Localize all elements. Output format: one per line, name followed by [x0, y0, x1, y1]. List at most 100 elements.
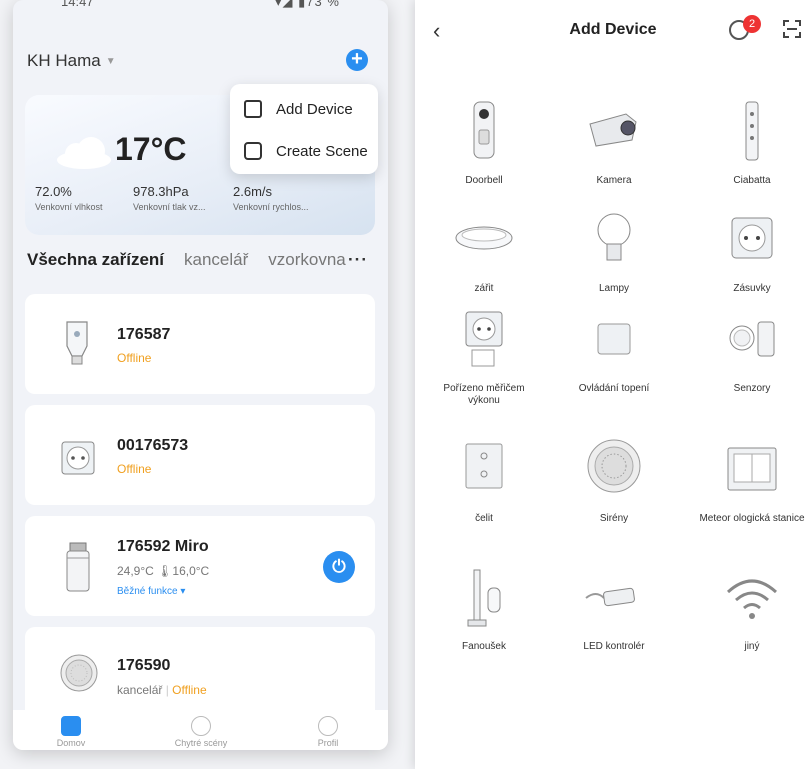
- humidity-label: Venkovní vlhkost: [35, 202, 103, 212]
- menu-add-device[interactable]: Add Device: [244, 96, 353, 122]
- device-name: 00176573: [117, 437, 189, 454]
- device-type-label: Meteor ologická stanice: [699, 513, 805, 524]
- device-type-heating[interactable]: Ovládání topení: [559, 308, 669, 395]
- device-name: 176587: [117, 326, 171, 343]
- device-type-label: Lampy: [598, 283, 629, 294]
- nav-home[interactable]: Domov: [31, 716, 111, 748]
- nav-profile-label: Profil: [317, 738, 339, 748]
- pressure-metric: 978.3hPa Venkovní tlak vz...: [133, 184, 206, 212]
- device-type-label: čelit: [475, 513, 493, 524]
- nav-home-label: Domov: [56, 738, 86, 748]
- device-type-label: jiný: [744, 641, 760, 652]
- wifi-icon: [726, 579, 778, 619]
- device-type-light[interactable]: zářit: [429, 208, 539, 295]
- status-bar: 14:47 ▾◢ ▮73 %: [13, 0, 388, 12]
- device-type-power-meter[interactable]: Pořízeno měřičem výkonu: [429, 308, 539, 407]
- home-screen: 14:47 ▾◢ ▮73 % KH Hama ▼ + 17°C 72.0% Ve…: [13, 0, 388, 750]
- add-menu-popup: Add Device Create Scene: [230, 84, 378, 174]
- home-selector[interactable]: KH Hama ▼ +: [27, 46, 374, 76]
- device-type-camera[interactable]: Kamera: [559, 100, 669, 187]
- wind-label: Venkovní rychlos...: [233, 202, 309, 212]
- device-type-sirens[interactable]: Sirény: [559, 438, 669, 525]
- powerstrip-icon: [745, 101, 759, 161]
- device-type-label: Sirény: [599, 513, 629, 524]
- power-button[interactable]: ⏻: [323, 551, 355, 583]
- socket-icon: [731, 217, 773, 259]
- add-device-icon: [244, 100, 262, 118]
- device-type-led-controller[interactable]: LED kontrolér: [559, 566, 669, 653]
- status-time: 14:47: [61, 0, 94, 9]
- home-icon: [61, 716, 81, 736]
- header: ‹ Add Device 2: [415, 15, 811, 48]
- socket-icon: [61, 441, 95, 475]
- tab-office[interactable]: kancelář: [184, 250, 248, 270]
- device-type-label: Ovládání topení: [578, 383, 650, 394]
- wind-value: 2.6m/s: [233, 184, 273, 199]
- device-status: Offline: [172, 683, 207, 697]
- cloud-icon: [57, 137, 111, 169]
- status-icons: ▾◢ ▮73 %: [275, 0, 340, 9]
- device-type-fan[interactable]: Fanoušek: [429, 566, 539, 653]
- device-type-weather-station[interactable]: Meteor ologická stanice: [697, 438, 807, 525]
- device-type-sensors[interactable]: Senzory: [697, 308, 807, 395]
- nav-scenes-label: Chytré scény: [174, 738, 228, 748]
- home-name: KH Hama: [27, 51, 101, 70]
- pressure-label: Venkovní tlak vz...: [133, 202, 206, 212]
- profile-icon: [318, 716, 338, 736]
- device-status: Offline: [117, 351, 152, 365]
- device-functions-dropdown[interactable]: Běžné funkce ▾: [117, 586, 185, 597]
- menu-create-scene-label: Create Scene: [276, 142, 368, 160]
- pressure-value: 978.3hPa: [133, 184, 189, 199]
- device-type-label: Senzory: [733, 383, 771, 394]
- sensor-icon: [729, 321, 775, 357]
- heating-control-icon: [597, 323, 631, 355]
- device-type-lamps[interactable]: Lampy: [559, 208, 669, 295]
- device-type-powerstrip[interactable]: Ciabatta: [697, 100, 807, 187]
- device-card[interactable]: 176592 Miro 24,9°C 🌡16,0°C Běžné funkce …: [25, 516, 375, 616]
- device-card[interactable]: 00176573 Offline: [25, 405, 375, 505]
- camera-icon: [589, 113, 637, 147]
- power-meter-socket-icon: [465, 311, 503, 367]
- scan-icon[interactable]: [783, 20, 801, 38]
- device-type-switch[interactable]: čelit: [429, 438, 539, 525]
- device-type-label: LED kontrolér: [583, 641, 645, 652]
- device-type-label: Fanoušek: [462, 641, 506, 652]
- device-type-label: Pořízeno měřičem výkonu: [443, 383, 525, 406]
- ceiling-light-icon: [455, 226, 513, 250]
- device-name: 176592 Miro: [117, 538, 209, 555]
- thermostat-icon: [66, 542, 90, 592]
- menu-create-scene[interactable]: Create Scene: [244, 138, 368, 164]
- device-card[interactable]: 176587 Offline: [25, 294, 375, 394]
- wall-switch-icon: [465, 443, 503, 489]
- device-room-label: kancelář: [117, 683, 163, 697]
- tab-all[interactable]: Všechna zařízení: [27, 250, 164, 270]
- add-button[interactable]: +: [346, 49, 368, 71]
- led-controller-icon: [585, 587, 635, 607]
- device-room: kancelář | Offline: [117, 683, 207, 697]
- device-status: Offline: [117, 462, 152, 476]
- add-device-screen: ‹ Add Device 2 Doorbell Kamera Ciabatta …: [415, 0, 811, 769]
- tab-showroom[interactable]: vzorkovna: [268, 250, 345, 270]
- nav-scenes[interactable]: Chytré scény: [161, 716, 241, 748]
- device-name: 176590: [117, 657, 171, 674]
- menu-add-device-label: Add Device: [276, 100, 353, 118]
- scenes-icon: [191, 716, 211, 736]
- device-type-label: Ciabatta: [733, 175, 771, 186]
- siren-icon: [60, 654, 98, 692]
- doorbell-icon: [473, 101, 495, 159]
- device-type-other[interactable]: jiný: [697, 566, 807, 653]
- device-type-label: zářit: [474, 283, 494, 294]
- caret-down-icon: ▼: [105, 55, 116, 67]
- nav-profile[interactable]: Profil: [288, 716, 368, 748]
- humidity-metric: 72.0% Venkovní vlhkost: [35, 184, 103, 212]
- notification-badge: 2: [743, 15, 761, 33]
- device-type-doorbell[interactable]: Doorbell: [429, 100, 539, 187]
- siren-icon: [587, 439, 641, 493]
- bulb-icon: [66, 321, 88, 365]
- fan-icon: [467, 569, 501, 627]
- humidity-value: 72.0%: [35, 184, 72, 199]
- more-tabs-button[interactable]: ···: [348, 250, 368, 270]
- device-type-label: Kamera: [596, 175, 632, 186]
- device-type-sockets[interactable]: Zásuvky: [697, 208, 807, 295]
- device-type-label: Zásuvky: [733, 283, 771, 294]
